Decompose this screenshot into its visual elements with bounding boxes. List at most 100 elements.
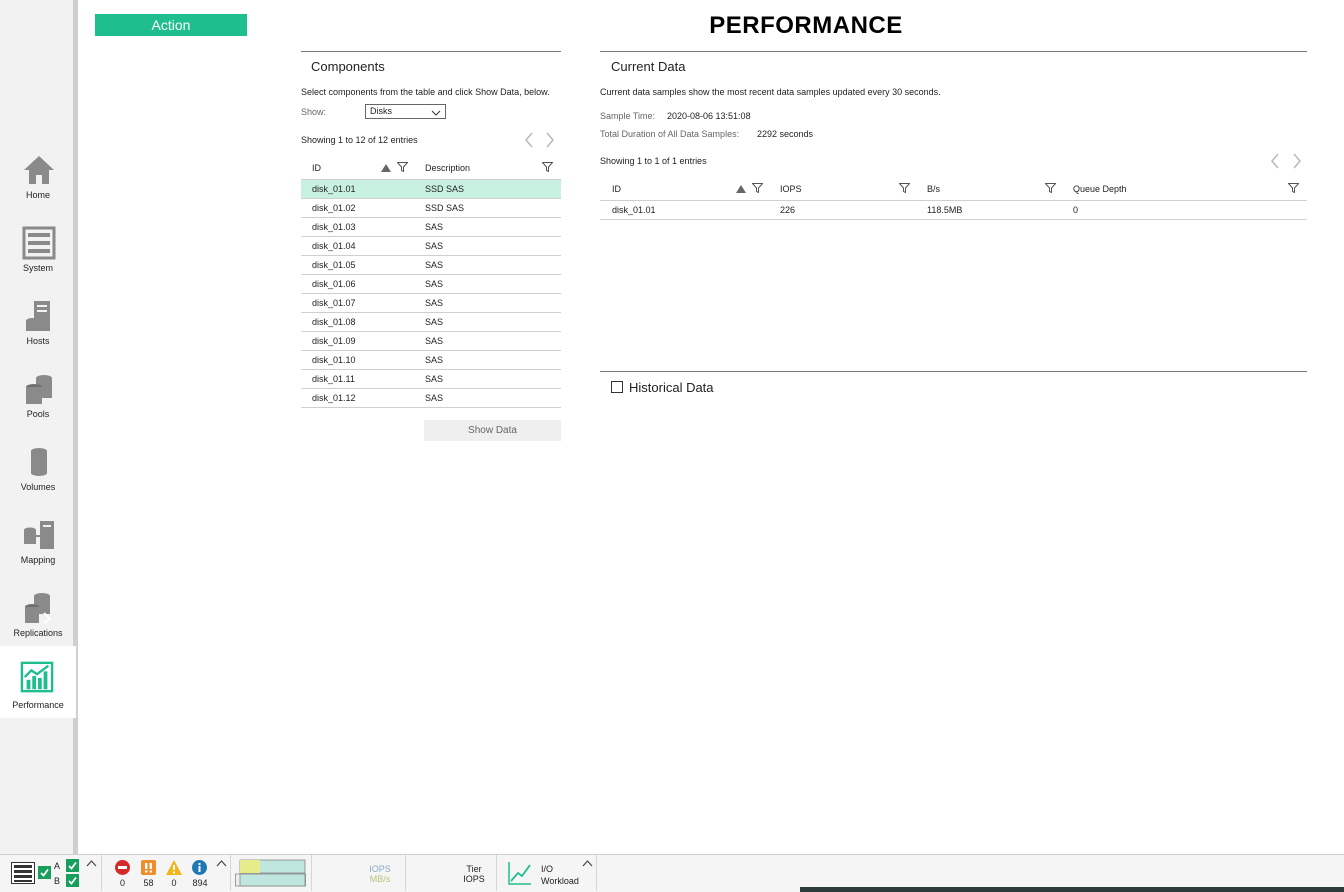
table-row[interactable]: disk_01.01 226 118.5MB 0 xyxy=(600,201,1307,220)
table-row[interactable]: disk_01.12 SAS xyxy=(301,389,561,408)
cell-description: SAS xyxy=(425,336,444,346)
current-data-description: Current data samples show the most recen… xyxy=(600,87,941,97)
action-button[interactable]: Action xyxy=(95,14,247,36)
cell-description: SAS xyxy=(425,260,444,270)
duration-label: Total Duration of All Data Samples: xyxy=(600,129,740,139)
table-row[interactable]: disk_01.07 SAS xyxy=(301,294,561,313)
filter-icon[interactable] xyxy=(397,162,408,172)
table-row[interactable]: disk_01.05 SAS xyxy=(301,256,561,275)
workload-label[interactable]: Workload xyxy=(541,876,579,886)
sort-ascending-icon[interactable] xyxy=(736,185,746,193)
sidebar-item-label: Hosts xyxy=(26,336,50,346)
io-label[interactable]: I/O xyxy=(541,864,553,874)
cell-id: disk_01.07 xyxy=(312,298,356,308)
status-separator xyxy=(405,855,406,891)
controller-b-label: B xyxy=(54,876,61,886)
sidebar-item-label: Mapping xyxy=(20,555,56,565)
cell-id: disk_01.10 xyxy=(312,355,356,365)
error-count: 58 xyxy=(143,878,154,888)
sort-ascending-icon[interactable] xyxy=(381,164,391,172)
status-bar-accent xyxy=(800,887,1344,892)
column-header-id[interactable]: ID xyxy=(312,163,321,173)
controller-a-label: A xyxy=(54,861,61,871)
sidebar-item-system[interactable]: System xyxy=(0,220,76,293)
sidebar-item-performance[interactable]: Performance xyxy=(0,646,76,718)
sidebar-item-label: Home xyxy=(25,190,50,200)
column-header-queue-depth[interactable]: Queue Depth xyxy=(1073,184,1127,194)
current-data-divider xyxy=(600,51,1307,52)
column-header-description[interactable]: Description xyxy=(425,163,470,173)
chevron-up-icon[interactable] xyxy=(216,859,227,867)
cell-id: disk_01.09 xyxy=(312,336,356,346)
chevron-down-icon xyxy=(431,110,441,116)
filter-icon[interactable] xyxy=(1288,183,1299,193)
health-ok-icon xyxy=(38,866,51,879)
sidebar-item-hosts[interactable]: Hosts xyxy=(0,293,76,366)
performance-icon xyxy=(20,661,54,693)
io-workload-icon[interactable] xyxy=(508,861,532,885)
cell-description: SAS xyxy=(425,317,444,327)
hosts-icon xyxy=(26,301,50,331)
status-separator xyxy=(311,855,312,891)
enclosure-icon[interactable] xyxy=(11,862,35,884)
controller-a-ok-icon xyxy=(66,859,79,872)
system-icon xyxy=(22,226,56,260)
prev-page-icon[interactable] xyxy=(1270,153,1280,169)
tier-label[interactable]: Tier xyxy=(459,864,489,874)
prev-page-icon[interactable] xyxy=(524,132,534,148)
error-icon[interactable] xyxy=(141,860,156,875)
cell-description: SAS xyxy=(425,355,444,365)
status-separator xyxy=(101,855,102,891)
historical-data-checkbox[interactable] xyxy=(611,381,623,393)
sidebar-item-home[interactable]: Home xyxy=(0,147,76,220)
cell-id: disk_01.01 xyxy=(312,184,356,194)
filter-icon[interactable] xyxy=(1045,183,1056,193)
show-select[interactable]: Disks xyxy=(365,104,446,119)
cell-description: SAS xyxy=(425,393,444,403)
cell-description: SSD SAS xyxy=(425,203,465,213)
show-label: Show: xyxy=(301,107,327,117)
info-icon[interactable] xyxy=(192,860,207,875)
cell-id: disk_01.02 xyxy=(312,203,356,213)
show-select-value: Disks xyxy=(370,106,392,116)
table-row[interactable]: disk_01.09 SAS xyxy=(301,332,561,351)
table-row[interactable]: disk_01.10 SAS xyxy=(301,351,561,370)
table-row[interactable]: disk_01.02 SSD SAS xyxy=(301,199,561,218)
filter-icon[interactable] xyxy=(899,183,910,193)
chevron-up-icon[interactable] xyxy=(582,859,593,867)
filter-icon[interactable] xyxy=(542,162,553,172)
status-separator xyxy=(596,855,597,891)
filter-icon[interactable] xyxy=(752,183,763,193)
current-data-entries: Showing 1 to 1 of 1 entries xyxy=(600,156,707,166)
cell-description: SAS xyxy=(425,279,444,289)
capacity-bar-icon[interactable] xyxy=(235,859,307,887)
table-row[interactable]: disk_01.01 SSD SAS xyxy=(301,180,561,199)
sidebar-item-pools[interactable]: Pools xyxy=(0,366,76,439)
warning-icon[interactable] xyxy=(166,860,182,875)
column-header-bps[interactable]: B/s xyxy=(927,184,940,194)
next-page-icon[interactable] xyxy=(1292,153,1302,169)
tier-iops-label[interactable]: IOPS xyxy=(459,874,489,884)
sidebar-item-label: Performance xyxy=(12,700,64,710)
table-row[interactable]: disk_01.08 SAS xyxy=(301,313,561,332)
sidebar-item-volumes[interactable]: Volumes xyxy=(0,439,76,512)
components-title: Components xyxy=(311,59,385,74)
critical-icon[interactable] xyxy=(115,860,130,875)
cell-id: disk_01.03 xyxy=(312,222,356,232)
cell-id: disk_01.05 xyxy=(312,260,356,270)
column-header-id[interactable]: ID xyxy=(612,184,621,194)
table-row[interactable]: disk_01.06 SAS xyxy=(301,275,561,294)
chevron-up-icon[interactable] xyxy=(86,859,97,867)
sidebar-item-mapping[interactable]: Mapping xyxy=(0,512,76,585)
table-row[interactable]: disk_01.04 SAS xyxy=(301,237,561,256)
sidebar-item-label: Replications xyxy=(13,628,63,638)
table-row[interactable]: disk_01.03 SAS xyxy=(301,218,561,237)
next-page-icon[interactable] xyxy=(545,132,555,148)
critical-count: 0 xyxy=(119,878,125,888)
show-data-button[interactable]: Show Data xyxy=(424,420,561,441)
cell-id: disk_01.11 xyxy=(312,374,355,384)
cell-id: disk_01.08 xyxy=(312,317,356,327)
column-header-iops[interactable]: IOPS xyxy=(780,184,802,194)
table-row[interactable]: disk_01.11 SAS xyxy=(301,370,561,389)
cell-bps: 118.5MB xyxy=(927,205,963,215)
